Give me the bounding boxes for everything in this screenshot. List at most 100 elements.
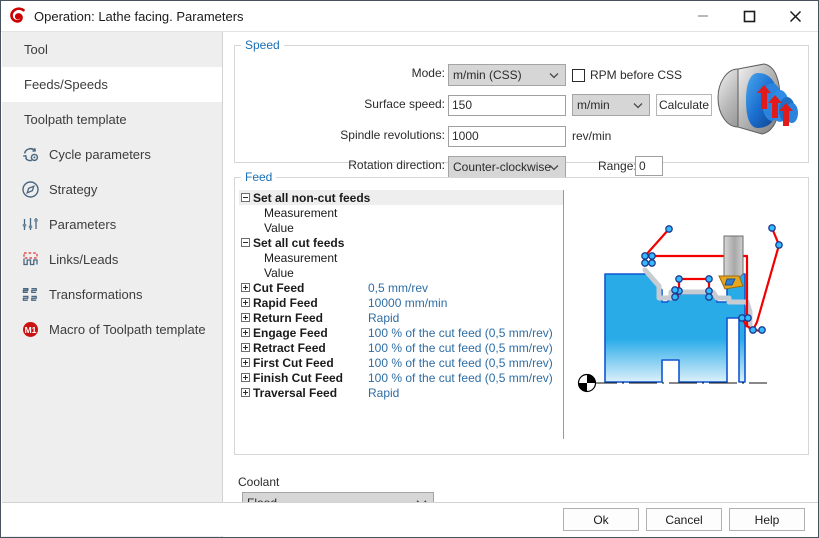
feed-tree[interactable]: Set all non-cut feeds Measurement Value Set…	[239, 190, 564, 439]
feed-row-value: 10000 mm/min	[368, 295, 448, 310]
feed-row-value: Rapid	[368, 310, 400, 325]
feed-group: Feed Set all non-cut feeds Measurement Val…	[234, 170, 809, 455]
feed-row-value: Rapid	[368, 385, 400, 400]
feed-row-value: 100 % of the cut feed (0,5 mm/rev)	[368, 370, 553, 385]
feed-row-name: Return Feed	[253, 310, 324, 325]
expand-icon[interactable]	[241, 328, 250, 337]
feed-row-name: Value	[264, 220, 294, 235]
sidebar-item-tool[interactable]: Tool	[2, 32, 222, 67]
sidebar-item-label: Tool	[24, 42, 48, 57]
feed-tree-row[interactable]: Measurement	[239, 250, 563, 265]
minimize-icon[interactable]	[680, 1, 726, 31]
sidebar-item-feeds-speeds[interactable]: Feeds/Speeds	[2, 67, 222, 102]
feed-tree-row[interactable]: Value	[239, 220, 563, 235]
expand-icon[interactable]	[241, 373, 250, 382]
feed-tree-row[interactable]: Finish Cut Feed 100 % of the cut feed (0,…	[239, 370, 563, 385]
mode-select-value: m/min (CSS)	[453, 68, 522, 82]
feed-row-name: Traversal Feed	[253, 385, 338, 400]
feed-tree-row[interactable]: First Cut Feed 100 % of the cut feed (0,5…	[239, 355, 563, 370]
collapse-icon[interactable]	[241, 193, 250, 202]
feed-row-value: 100 % of the cut feed (0,5 mm/rev)	[368, 325, 553, 340]
dialog-footer: Ok Cancel Help	[2, 502, 818, 536]
sliders-icon	[20, 215, 40, 235]
sidebar-item-label: Strategy	[49, 182, 98, 197]
feed-row-name: Finish Cut Feed	[253, 370, 343, 385]
maximize-icon[interactable]	[726, 1, 772, 31]
expand-icon[interactable]	[241, 388, 250, 397]
sidebar-item-macro-toolpath-template[interactable]: M1 Macro of Toolpath template	[2, 312, 222, 347]
feed-tree-row[interactable]: Retract Feed 100 % of the cut feed (0,5 m…	[239, 340, 563, 355]
feed-row-name: Retract Feed	[253, 340, 326, 355]
coolant-label: Coolant	[238, 475, 280, 489]
sidebar-item-strategy[interactable]: Strategy	[2, 172, 222, 207]
sidebar-item-label: Macro of Toolpath template	[49, 322, 206, 337]
compass-icon	[20, 180, 40, 200]
cancel-button[interactable]: Cancel	[646, 508, 722, 531]
expand-icon[interactable]	[241, 313, 250, 322]
mode-select[interactable]: m/min (CSS)	[448, 64, 566, 86]
feed-row-name: Engage Feed	[253, 325, 328, 340]
rpm-before-css-label: RPM before CSS	[590, 68, 683, 82]
chevron-down-icon	[549, 68, 559, 82]
collapse-icon[interactable]	[241, 238, 250, 247]
lathe-facing-3d-icon	[706, 46, 811, 154]
feed-row-name: Measurement	[264, 250, 338, 265]
expand-icon[interactable]	[241, 358, 250, 367]
sidebar: Tool Feeds/Speeds Toolpath template Cycl…	[2, 32, 223, 537]
expand-icon[interactable]	[241, 298, 250, 307]
close-icon[interactable]	[772, 1, 818, 31]
ok-button[interactable]: Ok	[563, 508, 639, 531]
feed-row-name: Measurement	[264, 205, 338, 220]
calculate-button[interactable]: Calculate	[656, 94, 712, 116]
spindle-revolutions-row: Spindle revolutions:	[315, 128, 445, 142]
feed-row-name: Rapid Feed	[253, 295, 318, 310]
spindle-revolutions-input[interactable]: 1000	[448, 126, 566, 147]
feed-row-name: First Cut Feed	[253, 355, 334, 370]
title-bar: Operation: Lathe facing. Parameters	[1, 1, 818, 32]
sidebar-item-cycle-parameters[interactable]: Cycle parameters	[2, 137, 222, 172]
feed-row-value: 100 % of the cut feed (0,5 mm/rev)	[368, 355, 553, 370]
surface-speed-unit-value: m/min	[577, 98, 610, 112]
feed-row-name: Value	[264, 265, 294, 280]
help-button[interactable]: Help	[729, 508, 805, 531]
feed-row-name: Set all non-cut feeds	[253, 190, 371, 205]
mode-label: Mode:	[411, 66, 445, 80]
dialog-window: Operation: Lathe facing. Parameters Tool…	[0, 0, 819, 538]
expand-icon[interactable]	[241, 283, 250, 292]
feed-row-name: Set all cut feeds	[253, 235, 345, 250]
window-title: Operation: Lathe facing. Parameters	[34, 8, 244, 24]
feed-tree-row[interactable]: Return Feed Rapid	[239, 310, 563, 325]
feed-row-value: 0,5 mm/rev	[368, 280, 429, 295]
feed-tree-row[interactable]: Measurement	[239, 205, 563, 220]
feed-row-name: Cut Feed	[253, 280, 305, 295]
toolpath-preview-graphic	[567, 190, 804, 439]
feed-tree-row[interactable]: Engage Feed 100 % of the cut feed (0,5 mm…	[239, 325, 563, 340]
feed-tree-row[interactable]: Value	[239, 265, 563, 280]
feed-tree-row[interactable]: Traversal Feed Rapid	[239, 385, 563, 400]
chevron-down-icon	[633, 98, 643, 112]
sidebar-item-toolpath-template[interactable]: Toolpath template	[2, 102, 222, 137]
feed-group-title: Feed	[245, 170, 273, 184]
feed-tree-row[interactable]: Set all non-cut feeds	[239, 190, 563, 205]
sidebar-item-label: Toolpath template	[24, 112, 127, 127]
cycle-gear-icon	[20, 145, 40, 165]
sidebar-item-links-leads[interactable]: Links/Leads	[2, 242, 222, 277]
sidebar-item-transformations[interactable]: Transformations	[2, 277, 222, 312]
feed-row-value: 100 % of the cut feed (0,5 mm/rev)	[368, 340, 553, 355]
sidebar-item-label: Parameters	[49, 217, 117, 232]
speed-group-title: Speed	[245, 38, 280, 52]
window-controls	[680, 1, 818, 31]
surface-speed-input[interactable]: 150	[448, 95, 566, 116]
transformations-icon	[20, 285, 40, 305]
spiral-logo-icon	[9, 7, 27, 25]
mode-row: Mode:	[385, 66, 445, 80]
surface-speed-unit-select[interactable]: m/min	[572, 94, 650, 116]
rpm-before-css-checkbox[interactable]: RPM before CSS	[572, 68, 682, 82]
feed-tree-row[interactable]: Set all cut feeds	[239, 235, 563, 250]
feed-tree-row[interactable]: Cut Feed 0,5 mm/rev	[239, 280, 563, 295]
checkbox-box	[572, 68, 585, 82]
sidebar-item-parameters[interactable]: Parameters	[2, 207, 222, 242]
expand-icon[interactable]	[241, 343, 250, 352]
sidebar-item-label: Cycle parameters	[49, 147, 151, 162]
feed-tree-row[interactable]: Rapid Feed 10000 mm/min	[239, 295, 563, 310]
